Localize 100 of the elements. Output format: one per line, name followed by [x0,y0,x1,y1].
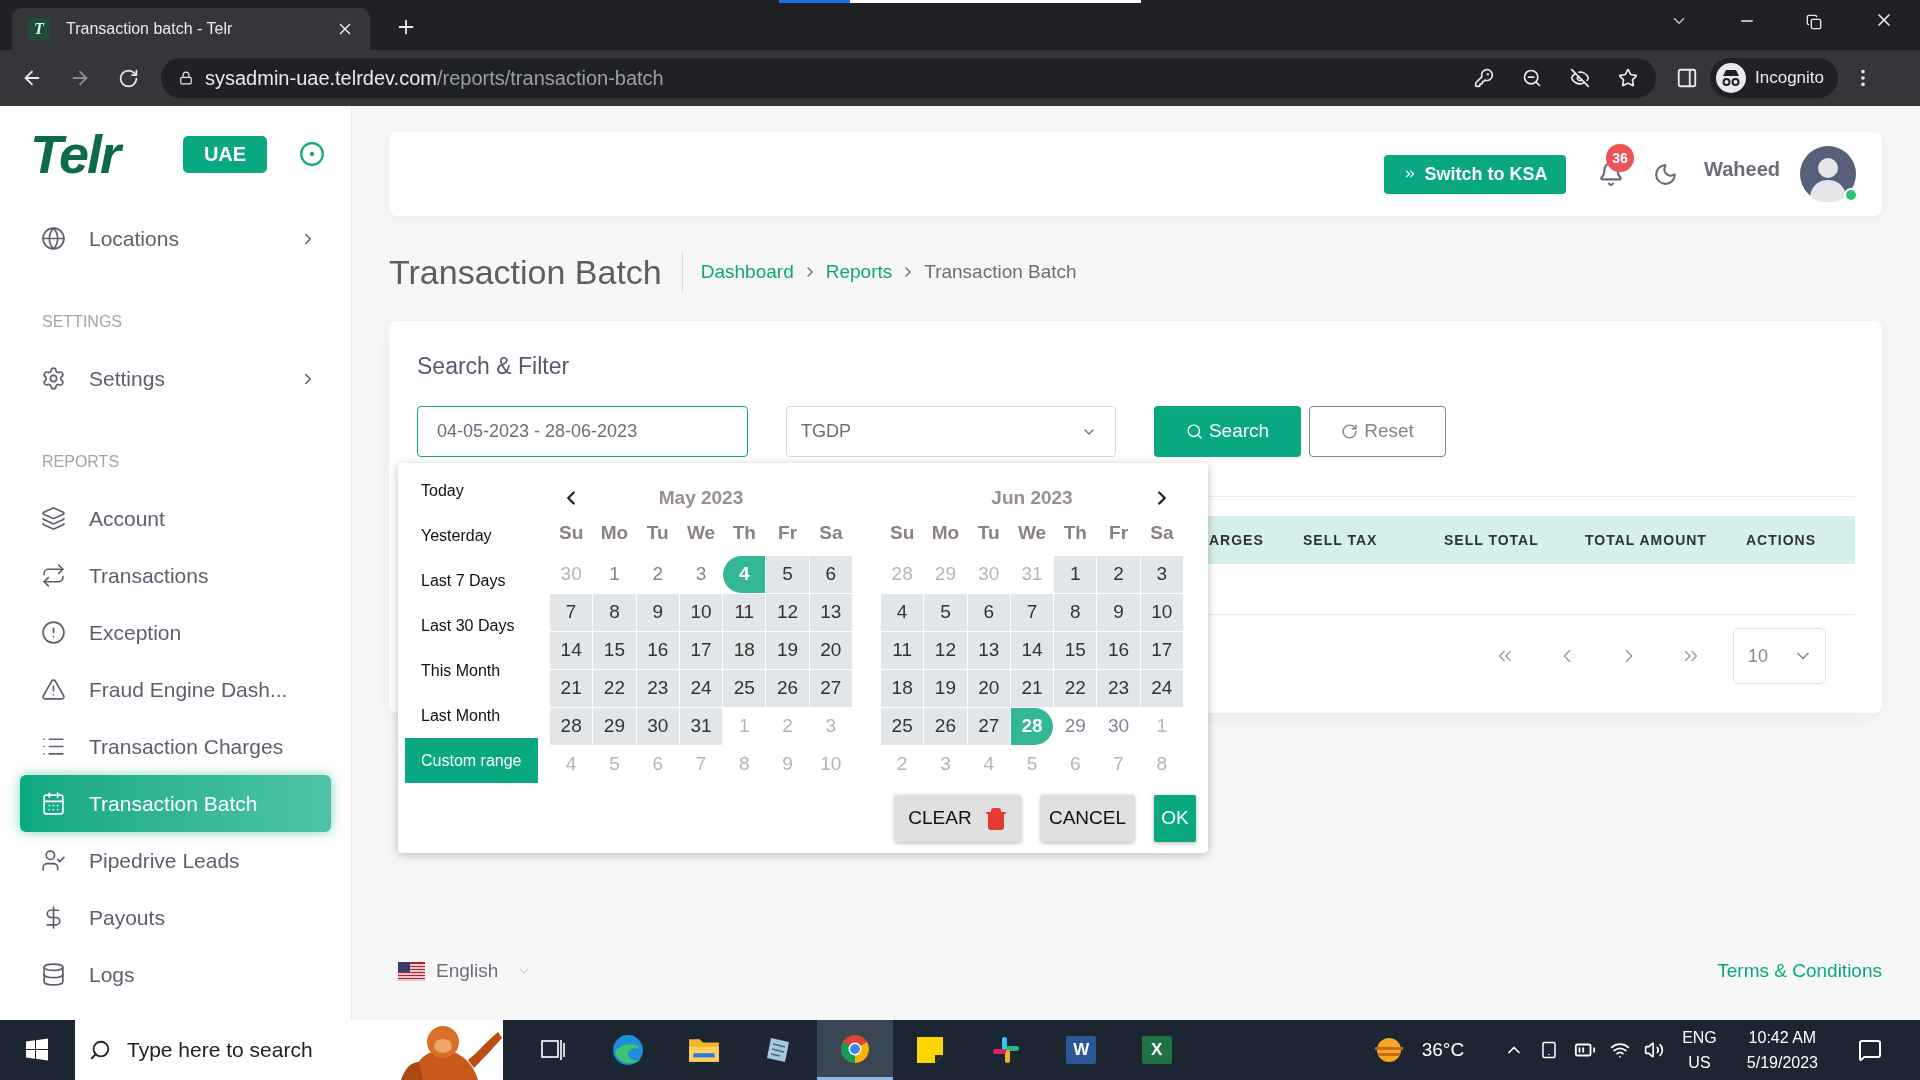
calendar-day[interactable]: 30 [1097,708,1140,745]
star-icon[interactable] [1618,68,1638,88]
calendar-day[interactable]: 31 [679,708,723,745]
calendar-day[interactable]: 21 [550,670,593,707]
sidebar-item[interactable]: Logs [20,946,331,1003]
calendar-day[interactable]: 3 [1140,556,1183,593]
sidebar-item[interactable]: Account [20,490,331,547]
calendar-day[interactable]: 17 [1140,632,1183,669]
calendar-day[interactable]: 7 [1010,594,1054,631]
device-icon[interactable] [1540,1041,1559,1059]
range-option[interactable]: Yesterday [405,513,538,558]
calendar-day[interactable]: 24 [679,670,723,707]
calendar-day[interactable]: 9 [636,594,679,631]
volume-icon[interactable] [1644,1040,1665,1060]
language-selector[interactable]: English [436,956,499,986]
target-icon[interactable] [299,141,326,167]
range-option[interactable]: Today [405,468,538,513]
calendar-day[interactable]: 2 [636,556,679,593]
calendar-day[interactable]: 21 [1010,670,1054,707]
sidebar-item[interactable]: Fraud Engine Dash... [20,661,331,718]
calendar-day[interactable]: 30 [636,708,679,745]
calendar-day[interactable]: 13 [809,594,852,631]
calendar-day[interactable]: 19 [766,632,809,669]
calendar-day[interactable]: 5 [924,594,967,631]
calendar-day[interactable]: 9 [1097,594,1140,631]
calendar-day[interactable]: 27 [809,670,852,707]
calendar-day[interactable]: 14 [550,632,593,669]
bell-icon[interactable] [1598,161,1625,187]
calendar-day[interactable]: 13 [967,632,1010,669]
calendar-day[interactable]: 6 [967,594,1010,631]
sidebar-item[interactable]: Pipedrive Leads [20,832,331,889]
range-option[interactable]: This Month [405,648,538,693]
user-name[interactable]: Waheed [1704,154,1780,184]
clock-date[interactable]: 5/19/2023 [1746,1050,1818,1075]
range-option[interactable]: Last Month [405,693,538,738]
wifi-icon[interactable] [1610,1040,1631,1060]
calendar-day[interactable]: 22 [1054,670,1097,707]
date-range-field[interactable]: 04-05-2023 - 28-06-2023 [417,406,748,457]
calendar-day[interactable]: 26 [924,708,967,745]
calendar-day[interactable]: 27 [967,708,1010,745]
key-icon[interactable] [1474,68,1494,88]
calendar-day[interactable]: 24 [1140,670,1183,707]
avatar[interactable] [1800,146,1856,202]
calendar-day[interactable]: 17 [679,632,723,669]
calendar-day[interactable]: 7 [550,594,593,631]
range-option[interactable]: Last 30 Days [405,603,538,648]
eye-off-icon[interactable] [1570,68,1590,88]
calendar-day[interactable]: 4 [881,594,924,631]
calendar-day[interactable]: 16 [1097,632,1140,669]
range-option[interactable]: Last 7 Days [405,558,538,603]
sidebar-item[interactable]: Payouts [20,889,331,946]
reset-button[interactable]: Reset [1309,406,1446,457]
taskbar-app[interactable]: W [1043,1020,1119,1080]
zoom-out-icon[interactable] [1522,68,1542,88]
browser-tab[interactable]: T Transaction batch - Telr [12,8,370,50]
calendar-day[interactable]: 12 [766,594,809,631]
calendar-day[interactable]: 11 [881,632,924,669]
sidebar-item[interactable]: Exception [20,604,331,661]
calendar-day[interactable]: 25 [723,670,766,707]
calendar-day[interactable]: 28 [550,708,593,745]
calendar-day[interactable]: 18 [723,632,766,669]
calendar-day[interactable]: 10 [679,594,723,631]
calendar-day[interactable]: 16 [636,632,679,669]
calendar-day[interactable]: 14 [1010,632,1054,669]
calendar-day[interactable]: 8 [593,594,636,631]
restore-icon[interactable] [1806,14,1822,30]
calendar-day[interactable]: 26 [766,670,809,707]
sidebar-item[interactable]: Transaction Charges [20,718,331,775]
calendar-day[interactable]: 15 [1054,632,1097,669]
calendar-day[interactable]: 20 [809,632,852,669]
calendar-day[interactable]: 25 [881,708,924,745]
calendar-day[interactable]: 6 [809,556,852,593]
calendar-day[interactable]: 2 [1097,556,1140,593]
windows-icon[interactable] [25,1038,49,1062]
calendar-day[interactable]: 15 [593,632,636,669]
sidebar-item[interactable]: Locations [20,210,331,267]
calendar-day[interactable]: 11 [723,594,766,631]
calendar-day[interactable]: 10 [1140,594,1183,631]
sidebar-item[interactable]: Settings [20,350,331,407]
clear-button[interactable]: CLEAR [895,795,1021,842]
region-indicator[interactable]: US [1688,1050,1711,1075]
profile-chip[interactable]: Incognito [1710,58,1838,98]
reload-icon[interactable] [118,67,139,89]
calendar-day[interactable]: 19 [924,670,967,707]
address-bar[interactable]: sysadmin-uae.telrdev.com/reports/transaction-batch [161,58,1656,98]
clock-time[interactable]: 10:42 AM [1748,1025,1817,1050]
calendar-day[interactable]: 12 [924,632,967,669]
cancel-button[interactable]: CANCEL [1041,795,1134,842]
calendar-day[interactable]: 20 [967,670,1010,707]
calendar-day[interactable]: 23 [1097,670,1140,707]
calendar-day[interactable]: 1 [593,556,636,593]
moon-icon[interactable] [1653,161,1679,187]
merchant-select[interactable]: TGDP [786,406,1116,457]
calendar-day[interactable]: 18 [881,670,924,707]
calendar-day[interactable]: 1 [1054,556,1097,593]
calendar-day[interactable]: 29 [593,708,636,745]
calendar-day[interactable]: 5 [766,556,809,593]
taskbar-app[interactable] [817,1020,893,1080]
language-indicator[interactable]: ENG [1682,1025,1717,1050]
notification-icon[interactable] [1858,1038,1882,1062]
